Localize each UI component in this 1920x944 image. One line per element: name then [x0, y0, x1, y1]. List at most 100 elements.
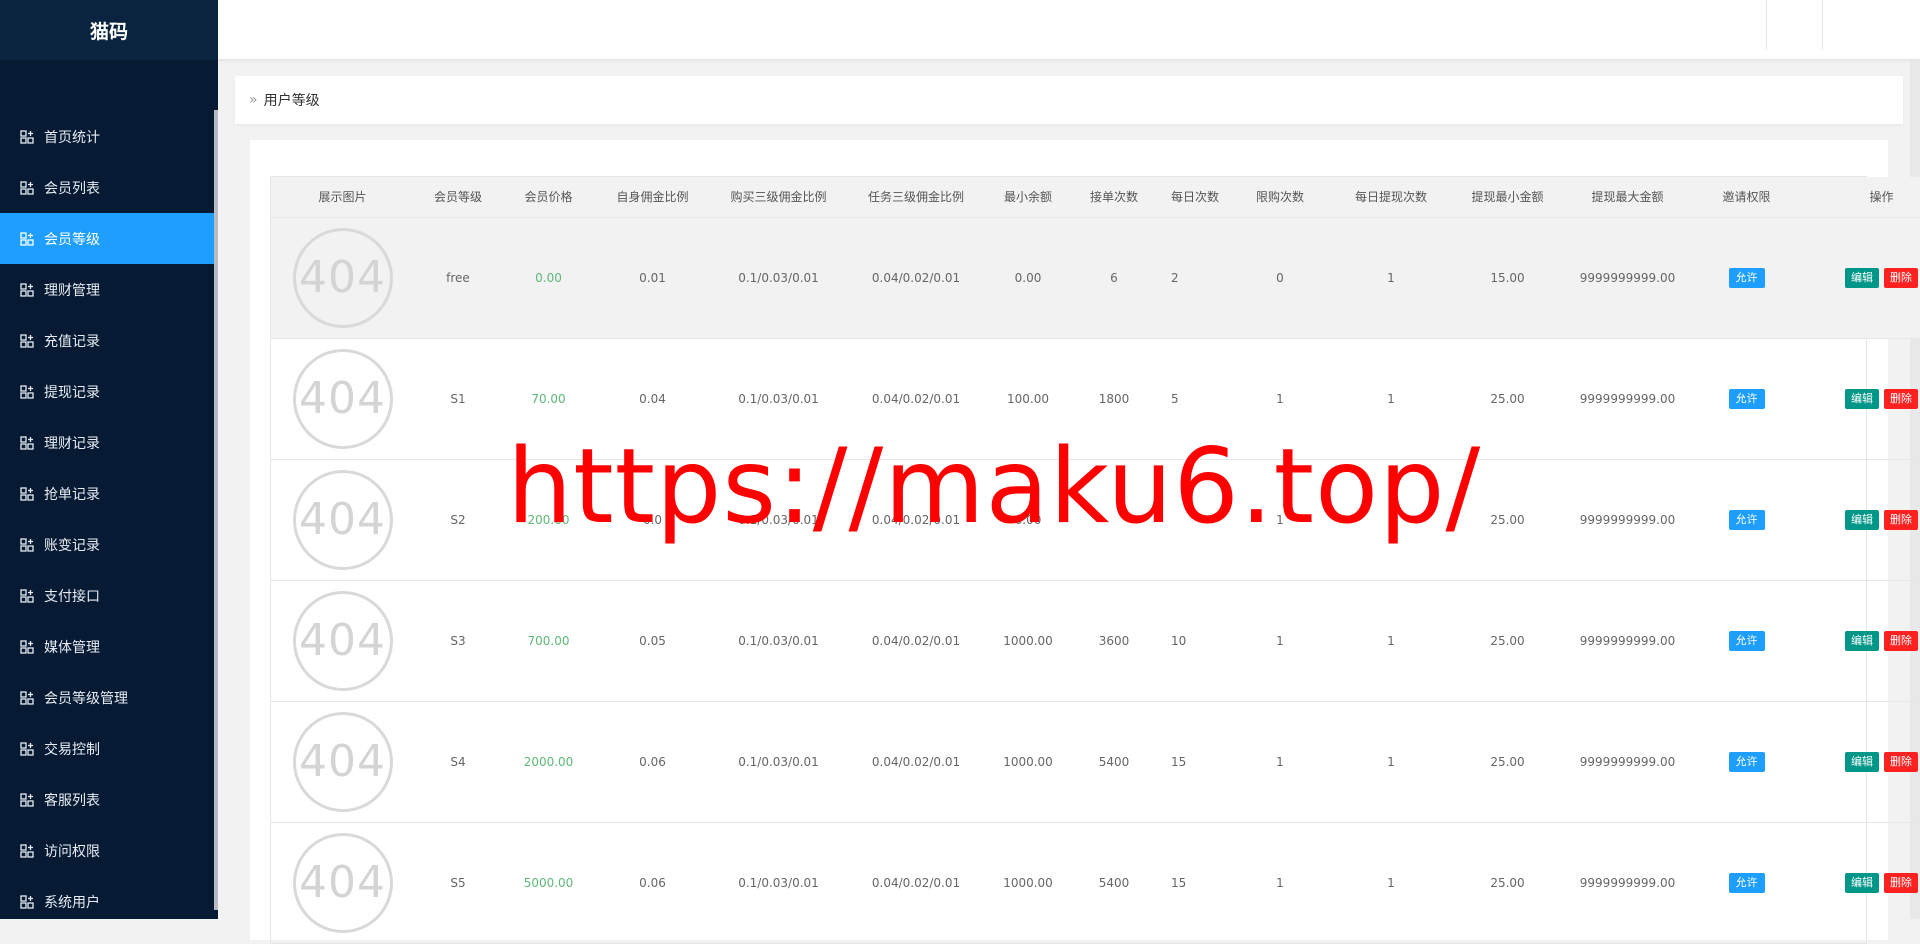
level-cell: S4 — [414, 700, 502, 822]
sidebar-item-member-list[interactable]: 会员列表 — [0, 162, 218, 213]
allow-button[interactable]: 允许 — [1728, 630, 1765, 651]
orders-cell: 3600 — [1071, 579, 1157, 701]
edit-button[interactable]: 编辑 — [1845, 388, 1879, 409]
invite-permission-cell: 允许 — [1698, 579, 1795, 701]
self-ratio-cell: 0.0 — [595, 458, 710, 580]
daily-withdraw-cell: 1 — [1324, 821, 1458, 943]
buy-ratio-cell: 0.1/0.03/0.01 — [710, 458, 847, 580]
delete-button[interactable]: 删除 — [1884, 751, 1918, 772]
sidebar-item-recharge-records[interactable]: 充值记录 — [0, 315, 218, 366]
sidebar-item-finance-manage[interactable]: 理财管理 — [0, 264, 218, 315]
sidebar-item-system-users[interactable]: 系统用户 — [0, 876, 218, 919]
withdraw-min-cell: 25.00 — [1458, 700, 1557, 822]
grid-plus-icon — [20, 486, 34, 501]
delete-button[interactable]: 删除 — [1884, 388, 1918, 409]
table-row: 404 S2 200.00 0.0 0.1/0.03/0.01 0.04/0.02/0.0… — [271, 458, 1920, 580]
column-header: 每日次数 — [1157, 177, 1236, 217]
sidebar-item-home-stats[interactable]: 首页统计 — [0, 111, 218, 162]
sidebar-item-label: 会员等级 — [44, 231, 100, 248]
edit-button[interactable]: 编辑 — [1845, 630, 1879, 651]
sidebar-item-label: 交易控制 — [44, 741, 100, 758]
min-balance-cell: 100.00 — [985, 337, 1071, 459]
orders-cell: 6 — [1071, 216, 1157, 338]
sidebar-item-label: 抢单记录 — [44, 486, 100, 503]
level-cell: S1 — [414, 337, 502, 459]
level-image-placeholder: 404 — [292, 469, 393, 570]
sidebar-item-access-rights[interactable]: 访问权限 — [0, 825, 218, 876]
allow-button[interactable]: 允许 — [1728, 388, 1765, 409]
level-image-placeholder: 404 — [292, 832, 393, 933]
sidebar-item-label: 首页统计 — [44, 129, 100, 146]
image-cell: 404 — [271, 458, 414, 580]
buy-ratio-cell: 0.1/0.03/0.01 — [710, 821, 847, 943]
operations-cell: 编辑 删除 — [1795, 458, 1920, 580]
orders-cell: 1800 — [1071, 337, 1157, 459]
price-cell: 5000.00 — [502, 821, 595, 943]
sidebar-item-withdraw-records[interactable]: 提现记录 — [0, 366, 218, 417]
sidebar-item-grab-records[interactable]: 抢单记录 — [0, 468, 218, 519]
sidebar-item-finance-records[interactable]: 理财记录 — [0, 417, 218, 468]
grid-plus-icon — [20, 741, 34, 756]
level-image-placeholder: 404 — [292, 348, 393, 449]
daily-withdraw-cell: 1 — [1324, 216, 1458, 338]
invite-permission-cell: 允许 — [1698, 216, 1795, 338]
column-header: 操作 — [1795, 177, 1920, 217]
withdraw-max-cell: 9999999999.00 — [1557, 458, 1698, 580]
sidebar-item-media-manage[interactable]: 媒体管理 — [0, 621, 218, 672]
daily-cell: 15 — [1157, 700, 1236, 822]
level-image-placeholder: 404 — [292, 590, 393, 691]
daily-withdraw-cell: 1 — [1324, 700, 1458, 822]
sidebar-item-account-records[interactable]: 账变记录 — [0, 519, 218, 570]
level-cell: free — [414, 216, 502, 338]
invite-permission-cell: 允许 — [1698, 700, 1795, 822]
sidebar-item-service-list[interactable]: 客服列表 — [0, 774, 218, 825]
image-cell: 404 — [271, 579, 414, 701]
edit-button[interactable]: 编辑 — [1845, 872, 1879, 893]
edit-button[interactable]: 编辑 — [1845, 751, 1879, 772]
operations-cell: 编辑 删除 — [1795, 579, 1920, 701]
content-card: 展示图片 会员等级 会员价格 自身佣金比例 购买三级佣金比例 任务三级佣金比例 … — [250, 140, 1920, 944]
sidebar-item-trade-control[interactable]: 交易控制 — [0, 723, 218, 774]
daily-withdraw-cell: 1 — [1324, 458, 1458, 580]
grid-plus-icon — [20, 282, 34, 297]
task-ratio-cell: 0.04/0.02/0.01 — [847, 821, 985, 943]
level-cell: S3 — [414, 579, 502, 701]
invite-permission-cell: 允许 — [1698, 458, 1795, 580]
table-row: 404 S5 5000.00 0.06 0.1/0.03/0.01 0.04/0.02/0… — [271, 821, 1920, 943]
sidebar-item-label: 提现记录 — [44, 384, 100, 401]
sidebar-item-level-manage[interactable]: 会员等级管理 — [0, 672, 218, 723]
sidebar-item-label: 会员等级管理 — [44, 690, 128, 707]
level-cell: S2 — [414, 458, 502, 580]
buy-ratio-cell: 0.1/0.03/0.01 — [710, 216, 847, 338]
delete-button[interactable]: 删除 — [1884, 872, 1918, 893]
delete-button[interactable]: 删除 — [1884, 509, 1918, 530]
sidebar-item-payment-api[interactable]: 支付接口 — [0, 570, 218, 621]
edit-button[interactable]: 编辑 — [1845, 267, 1879, 288]
task-ratio-cell: 0.04/0.02/0.01 — [847, 337, 985, 459]
delete-button[interactable]: 删除 — [1884, 630, 1918, 651]
delete-button[interactable]: 删除 — [1884, 267, 1918, 288]
limit-cell: 1 — [1236, 579, 1324, 701]
allow-button[interactable]: 允许 — [1728, 872, 1765, 893]
grid-plus-icon — [20, 690, 34, 705]
table-row: 404 free 0.00 0.01 0.1/0.03/0.01 0.04/0.02/0.… — [271, 216, 1920, 338]
sidebar-item-label: 媒体管理 — [44, 639, 100, 656]
withdraw-max-cell: 9999999999.00 — [1557, 700, 1698, 822]
min-balance-cell: 1000.00 — [985, 700, 1071, 822]
allow-button[interactable]: 允许 — [1728, 751, 1765, 772]
sidebar-item-label: 客服列表 — [44, 792, 100, 809]
column-header: 会员等级 — [414, 177, 502, 217]
withdraw-min-cell: 25.00 — [1458, 458, 1557, 580]
sidebar-item-label: 支付接口 — [44, 588, 100, 605]
allow-button[interactable]: 允许 — [1728, 267, 1765, 288]
image-cell: 404 — [271, 337, 414, 459]
column-header: 提现最大金额 — [1557, 177, 1698, 217]
allow-button[interactable]: 允许 — [1728, 509, 1765, 530]
app-logo[interactable]: 猫码 — [0, 0, 218, 60]
grid-plus-icon — [20, 231, 34, 246]
image-cell: 404 — [271, 700, 414, 822]
sidebar-scrollbar[interactable] — [214, 110, 218, 910]
edit-button[interactable]: 编辑 — [1845, 509, 1879, 530]
task-ratio-cell: 0.04/0.02/0.01 — [847, 700, 985, 822]
sidebar-item-member-level[interactable]: 会员等级 — [0, 213, 218, 264]
